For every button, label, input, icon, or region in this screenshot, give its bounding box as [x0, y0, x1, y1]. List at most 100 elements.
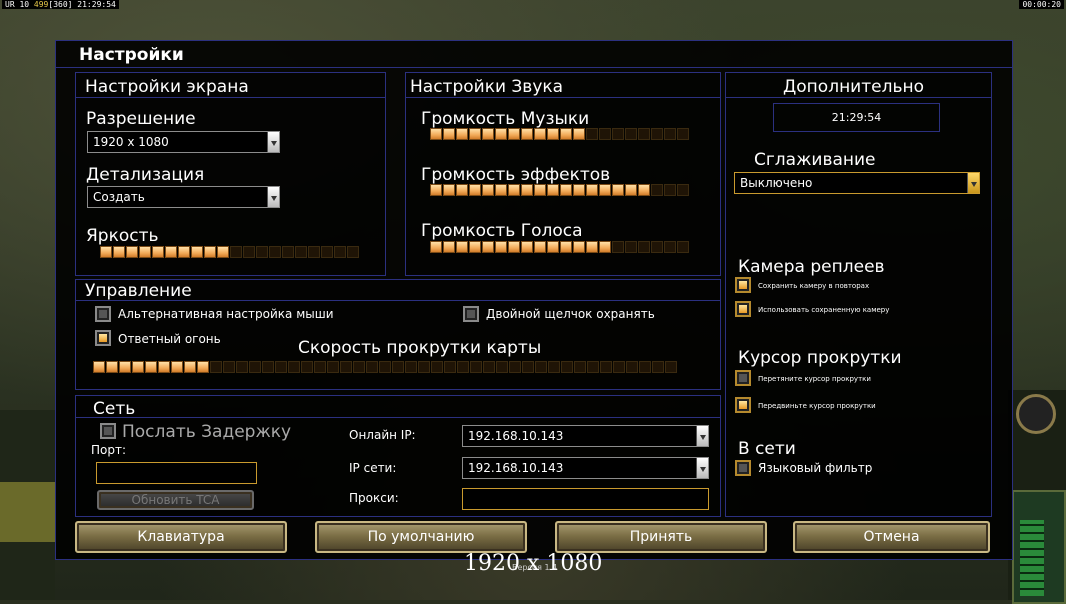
slider-cell[interactable] — [495, 241, 507, 253]
slider-cell[interactable] — [430, 184, 442, 196]
slider-cell[interactable] — [534, 241, 546, 253]
slider-cell[interactable] — [534, 128, 546, 140]
slider-cell[interactable] — [158, 361, 170, 373]
slider-cell[interactable] — [444, 361, 456, 373]
music-volume-slider[interactable] — [430, 128, 690, 142]
slider-cell[interactable] — [469, 241, 481, 253]
brightness-slider[interactable] — [100, 246, 360, 260]
slider-cell[interactable] — [534, 184, 546, 196]
slider-cell[interactable] — [482, 241, 494, 253]
slider-cell[interactable] — [469, 128, 481, 140]
slider-cell[interactable] — [353, 361, 365, 373]
slider-cell[interactable] — [677, 184, 689, 196]
slider-cell[interactable] — [145, 361, 157, 373]
keyboard-button[interactable]: Клавиатура — [75, 521, 287, 553]
slider-cell[interactable] — [262, 361, 274, 373]
slider-cell[interactable] — [509, 361, 521, 373]
effects-volume-slider[interactable] — [430, 184, 690, 198]
voice-volume-slider[interactable] — [430, 241, 690, 255]
slider-cell[interactable] — [639, 361, 651, 373]
slider-cell[interactable] — [508, 184, 520, 196]
chevron-down-icon[interactable] — [967, 173, 979, 193]
chevron-down-icon[interactable] — [267, 187, 279, 207]
slider-cell[interactable] — [482, 128, 494, 140]
slider-cell[interactable] — [638, 241, 650, 253]
slider-cell[interactable] — [443, 241, 455, 253]
slider-cell[interactable] — [152, 246, 164, 258]
slider-cell[interactable] — [587, 361, 599, 373]
slider-cell[interactable] — [282, 246, 294, 258]
slider-cell[interactable] — [321, 246, 333, 258]
slider-cell[interactable] — [664, 241, 676, 253]
save-camera-checkbox[interactable] — [735, 277, 751, 293]
slider-cell[interactable] — [171, 361, 183, 373]
slider-cell[interactable] — [334, 246, 346, 258]
slider-cell[interactable] — [574, 361, 586, 373]
slider-cell[interactable] — [132, 361, 144, 373]
defaults-button[interactable]: По умолчанию — [315, 521, 527, 553]
slider-cell[interactable] — [586, 184, 598, 196]
scroll-speed-slider[interactable] — [93, 361, 678, 375]
slider-cell[interactable] — [249, 361, 261, 373]
slider-cell[interactable] — [275, 361, 287, 373]
slider-cell[interactable] — [470, 361, 482, 373]
slider-cell[interactable] — [599, 128, 611, 140]
slider-cell[interactable] — [430, 241, 442, 253]
slider-cell[interactable] — [547, 241, 559, 253]
slider-cell[interactable] — [613, 361, 625, 373]
slider-cell[interactable] — [573, 128, 585, 140]
slider-cell[interactable] — [327, 361, 339, 373]
slider-cell[interactable] — [652, 361, 664, 373]
slider-cell[interactable] — [495, 184, 507, 196]
slider-cell[interactable] — [456, 184, 468, 196]
slider-cell[interactable] — [308, 246, 320, 258]
slider-cell[interactable] — [547, 184, 559, 196]
slider-cell[interactable] — [456, 128, 468, 140]
slider-cell[interactable] — [651, 128, 663, 140]
slider-cell[interactable] — [560, 128, 572, 140]
slider-cell[interactable] — [561, 361, 573, 373]
slider-cell[interactable] — [236, 361, 248, 373]
slider-cell[interactable] — [625, 128, 637, 140]
slider-cell[interactable] — [496, 361, 508, 373]
chevron-down-icon[interactable] — [696, 458, 708, 478]
detail-dropdown[interactable]: Создать — [87, 186, 280, 208]
slider-cell[interactable] — [430, 128, 442, 140]
slider-cell[interactable] — [469, 184, 481, 196]
slider-cell[interactable] — [191, 246, 203, 258]
alt-mouse-checkbox[interactable] — [95, 306, 111, 322]
slider-cell[interactable] — [204, 246, 216, 258]
slider-cell[interactable] — [522, 361, 534, 373]
slider-cell[interactable] — [431, 361, 443, 373]
slider-cell[interactable] — [197, 361, 209, 373]
slider-cell[interactable] — [560, 241, 572, 253]
chevron-down-icon[interactable] — [267, 132, 279, 152]
slider-cell[interactable] — [165, 246, 177, 258]
slider-cell[interactable] — [178, 246, 190, 258]
slider-cell[interactable] — [521, 184, 533, 196]
slider-cell[interactable] — [508, 241, 520, 253]
slider-cell[interactable] — [573, 241, 585, 253]
slider-cell[interactable] — [184, 361, 196, 373]
slider-cell[interactable] — [600, 361, 612, 373]
slider-cell[interactable] — [638, 184, 650, 196]
slider-cell[interactable] — [651, 241, 663, 253]
slider-cell[interactable] — [664, 128, 676, 140]
language-filter-checkbox[interactable] — [735, 460, 751, 476]
slider-cell[interactable] — [113, 246, 125, 258]
slider-cell[interactable] — [93, 361, 105, 373]
slider-cell[interactable] — [210, 361, 222, 373]
antialias-dropdown[interactable]: Выключено — [734, 172, 980, 194]
accept-button[interactable]: Принять — [555, 521, 767, 553]
proxy-input[interactable] — [462, 488, 709, 510]
slider-cell[interactable] — [677, 241, 689, 253]
lan-ip-dropdown[interactable]: 192.168.10.143 — [462, 457, 709, 479]
slider-cell[interactable] — [599, 184, 611, 196]
slider-cell[interactable] — [625, 184, 637, 196]
slider-cell[interactable] — [301, 361, 313, 373]
slider-cell[interactable] — [482, 184, 494, 196]
send-delay-checkbox[interactable] — [100, 423, 116, 439]
move-cursor-checkbox[interactable] — [735, 397, 751, 413]
slider-cell[interactable] — [573, 184, 585, 196]
resolution-dropdown[interactable]: 1920 x 1080 — [87, 131, 280, 153]
